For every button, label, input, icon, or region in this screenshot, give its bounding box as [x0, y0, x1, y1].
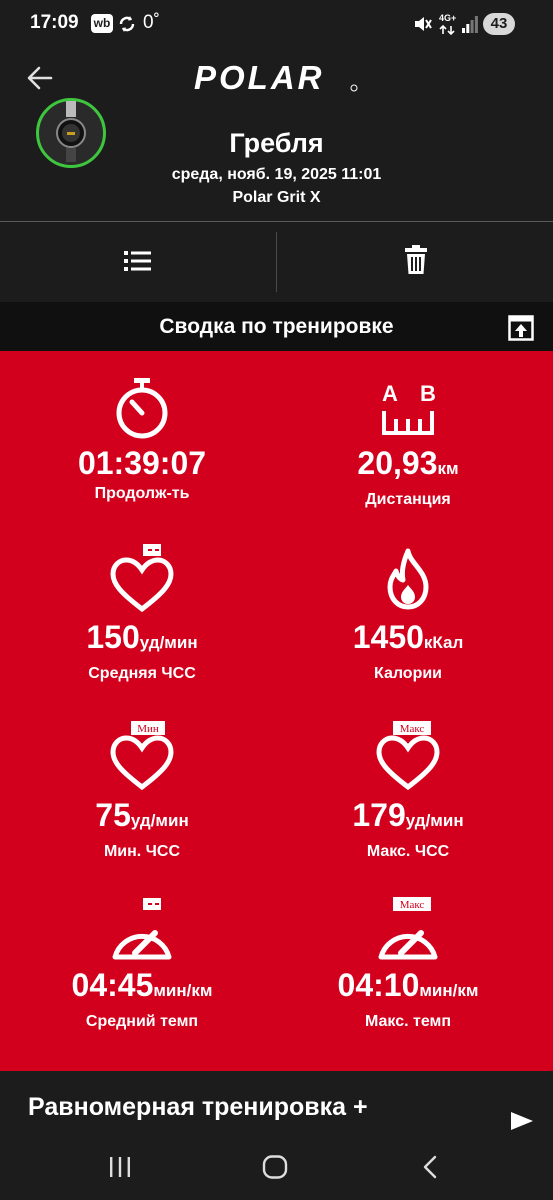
list-icon[interactable] — [110, 242, 166, 282]
speedometer-icon — [112, 898, 172, 960]
stat-unit: кКал — [423, 633, 464, 652]
stat-label: Средний темп — [85, 1013, 199, 1030]
heart-icon: Мин — [110, 721, 174, 791]
heart-icon — [110, 544, 174, 613]
stat-value: 75 — [95, 797, 131, 833]
stat-max-hr: Макс 179уд/мин Макс. ЧСС — [270, 721, 546, 861]
trash-icon[interactable] — [388, 242, 444, 282]
home-icon[interactable] — [262, 1155, 288, 1179]
data-arrows-icon — [439, 24, 455, 35]
stat-label: Макс. темп — [364, 1013, 452, 1030]
device-name: Polar Grit X — [232, 189, 321, 206]
stat-distance: A B 20,93км Дистанция — [270, 377, 546, 509]
toolbar-separator — [276, 232, 277, 292]
stat-unit: мин/км — [419, 981, 479, 1000]
stat-avg-pace: 04:45мин/км Средний темп — [4, 897, 280, 1031]
stat-value: 179 — [352, 797, 406, 833]
speedometer-icon: Макс — [378, 897, 438, 960]
distance-icon-label-a: A — [382, 381, 398, 406]
bottom-panel: Равномерная тренировка + — [0, 1071, 553, 1200]
stat-unit: уд/мин — [130, 811, 189, 830]
summary-title: Сводка по тренировке — [159, 315, 394, 338]
back-arrow-icon[interactable] — [24, 62, 56, 94]
stat-value: 04:45 — [71, 967, 154, 1003]
status-temperature: 0˚ — [143, 12, 160, 33]
workout-date: среда, нояб. 19, 2025 11:01 — [171, 166, 382, 183]
stat-min-hr: Мин 75уд/мин Мин. ЧСС — [4, 721, 280, 861]
sync-icon — [119, 16, 135, 32]
wb-app-icon: wb — [91, 14, 113, 33]
stat-avg-hr: 150уд/мин Средняя ЧСС — [4, 543, 280, 683]
badge-text: Мин — [137, 723, 159, 735]
stat-value: 04:10 — [337, 967, 420, 1003]
battery-indicator: 43 — [483, 13, 515, 35]
mute-icon — [415, 17, 432, 31]
stat-unit: км — [437, 459, 459, 478]
stat-value: 01:39:07 — [77, 445, 207, 481]
summary-header: Сводка по тренировке — [0, 302, 553, 351]
badge-text: Макс — [400, 723, 425, 735]
stat-duration: 01:39:07 Продолж-ть — [4, 377, 280, 503]
stat-label: Мин. ЧСС — [103, 843, 181, 860]
status-time: 17:09 — [30, 12, 79, 33]
badge-text: Макс — [400, 899, 425, 911]
heart-icon: Макс — [376, 721, 440, 791]
signal-icon — [462, 16, 478, 33]
toolbar — [0, 222, 553, 302]
stat-label: Калории — [373, 665, 443, 682]
polar-logo-text: POLAR — [194, 62, 325, 94]
nav-back-icon[interactable] — [418, 1155, 444, 1179]
stat-label: Дистанция — [365, 491, 451, 508]
stat-value: 20,93 — [357, 445, 438, 481]
distance-icon-label-b: B — [420, 381, 436, 406]
stat-unit: мин/км — [153, 981, 213, 1000]
recent-apps-icon[interactable] — [105, 1155, 135, 1179]
stat-unit: уд/мин — [405, 811, 464, 830]
status-bar: 17:09 wb 0˚ 4G+ 43 — [0, 0, 553, 50]
stat-value: 1450 — [352, 619, 424, 655]
stats-grid: 01:39:07 Продолж-ть A B 20,93км Дистанци… — [0, 351, 553, 1071]
stat-label: Продолж-ть — [94, 485, 190, 502]
workout-title: Гребля — [229, 128, 324, 158]
training-program-title[interactable]: Равномерная тренировка + — [28, 1093, 368, 1122]
stat-label: Средняя ЧСС — [88, 665, 196, 682]
play-icon[interactable] — [508, 1109, 536, 1133]
export-icon[interactable] — [508, 315, 534, 341]
stat-value: 150 — [86, 619, 140, 655]
stat-unit: уд/мин — [139, 633, 198, 652]
stat-calories: 1450кКал Калории — [270, 543, 546, 683]
polar-logo: POLAR — [194, 62, 358, 94]
stat-label: Макс. ЧСС — [366, 843, 450, 860]
flame-icon — [387, 548, 429, 610]
distance-icon: A B — [382, 381, 436, 435]
stat-max-pace: Макс 04:10мин/км Макс. темп — [270, 897, 546, 1031]
stopwatch-icon — [116, 378, 168, 439]
